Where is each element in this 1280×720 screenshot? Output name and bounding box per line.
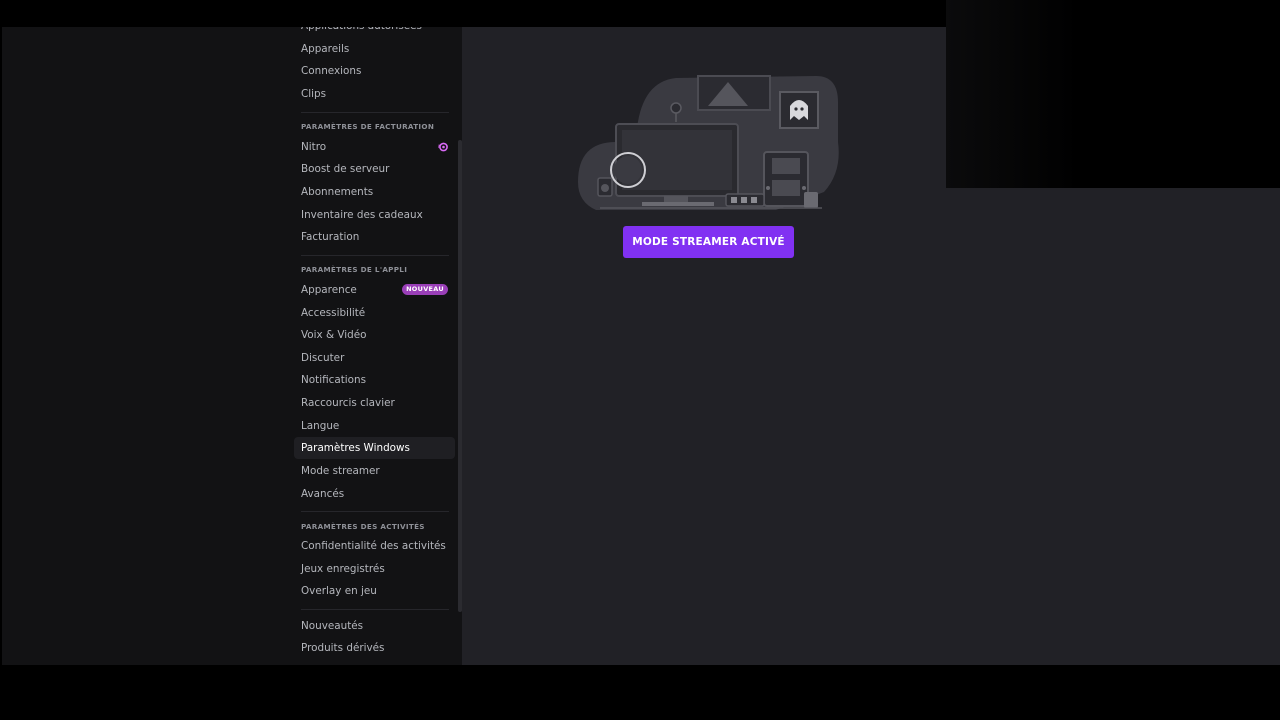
sidebar-item-label: Notifications <box>301 374 367 386</box>
sidebar-item-label: Nitro <box>301 141 327 153</box>
sidebar-item-windows-settings[interactable]: Paramètres Windows <box>294 437 455 459</box>
sidebar-item-label: Confidentialité des activités <box>301 540 446 552</box>
sidebar-item-language[interactable]: Langue <box>294 415 455 437</box>
sidebar-divider <box>301 511 449 512</box>
section-header-billing: PARAMÈTRES DE FACTURATION <box>301 122 435 131</box>
sidebar-divider <box>301 112 449 113</box>
sidebar-item-label: Nouveautés <box>301 620 364 632</box>
nitro-icon <box>438 142 448 152</box>
sidebar-divider <box>301 609 449 610</box>
sidebar-item-whats-new[interactable]: Nouveautés <box>294 615 455 637</box>
sidebar-item-notifications[interactable]: Notifications <box>294 369 455 391</box>
sidebar-divider <box>301 255 449 256</box>
sidebar-item-label: Paramètres Windows <box>301 442 410 454</box>
streamer-mode-illustration <box>578 75 839 210</box>
sidebar-item-label: Appareils <box>301 43 350 55</box>
sidebar-item-streamer-mode[interactable]: Mode streamer <box>294 460 455 482</box>
sidebar-item-accessibility[interactable]: Accessibilité <box>294 302 455 324</box>
sidebar-item-gift-inventory[interactable]: Inventaire des cadeaux <box>294 204 455 226</box>
sidebar-item-server-boost[interactable]: Boost de serveur <box>294 158 455 180</box>
sidebar-item-merch[interactable]: Produits dérivés <box>294 637 455 659</box>
section-header-app-settings: PARAMÈTRES DE L'APPLI <box>301 265 408 274</box>
window-bottom-bar <box>0 665 1280 720</box>
sidebar-item-devices[interactable]: Appareils <box>294 38 455 60</box>
sidebar-item-chat[interactable]: Discuter <box>294 347 455 369</box>
sidebar-item-label: Mode streamer <box>301 465 380 477</box>
top-mask <box>2 15 462 27</box>
sidebar-item-label: Clips <box>301 88 327 100</box>
sidebar-item-connections[interactable]: Connexions <box>294 60 455 82</box>
sidebar-item-keybinds[interactable]: Raccourcis clavier <box>294 392 455 414</box>
sidebar-item-label: Accessibilité <box>301 307 366 319</box>
sidebar-item-label: Discuter <box>301 352 345 364</box>
sidebar-item-nitro[interactable]: Nitro <box>294 136 455 158</box>
sidebar-scrollbar[interactable] <box>458 140 462 612</box>
sidebar-item-registered-games[interactable]: Jeux enregistrés <box>294 558 455 580</box>
overlay-black-panel <box>946 0 1280 188</box>
sidebar-item-activity-privacy[interactable]: Confidentialité des activités <box>294 535 455 557</box>
sidebar-item-label: Boost de serveur <box>301 163 390 175</box>
sidebar-item-label: Raccourcis clavier <box>301 397 395 409</box>
sidebar-item-label: Inventaire des cadeaux <box>301 209 423 221</box>
sidebar-item-label: Langue <box>301 420 340 432</box>
sidebar-item-label: Facturation <box>301 231 360 243</box>
sidebar-item-label: Apparence <box>301 284 357 296</box>
streamer-mode-enabled-button[interactable]: MODE STREAMER ACTIVÉ <box>623 226 794 258</box>
sidebar-item-label: Connexions <box>301 65 362 77</box>
sidebar-item-appearance[interactable]: Apparence NOUVEAU <box>294 279 455 301</box>
new-badge: NOUVEAU <box>402 284 448 295</box>
sidebar-item-clips[interactable]: Clips <box>294 83 455 105</box>
sidebar-item-label: Avancés <box>301 488 345 500</box>
sidebar-item-label: Abonnements <box>301 186 374 198</box>
sidebar-item-voice-video[interactable]: Voix & Vidéo <box>294 324 455 346</box>
discord-settings-window: Applications autorisées Appareils Connex… <box>0 0 1280 720</box>
sidebar-item-billing[interactable]: Facturation <box>294 226 455 248</box>
sidebar-item-label: Jeux enregistrés <box>301 563 385 575</box>
sidebar-item-label: Overlay en jeu <box>301 585 377 597</box>
sidebar-item-subscriptions[interactable]: Abonnements <box>294 181 455 203</box>
sidebar-item-game-overlay[interactable]: Overlay en jeu <box>294 580 455 602</box>
settings-sidebar: Applications autorisées Appareils Connex… <box>2 0 462 665</box>
sidebar-item-label: Voix & Vidéo <box>301 329 367 341</box>
sidebar-item-advanced[interactable]: Avancés <box>294 483 455 505</box>
sidebar-item-label: Produits dérivés <box>301 642 385 654</box>
section-header-activity-settings: PARAMÈTRES DES ACTIVITÉS <box>301 522 425 531</box>
